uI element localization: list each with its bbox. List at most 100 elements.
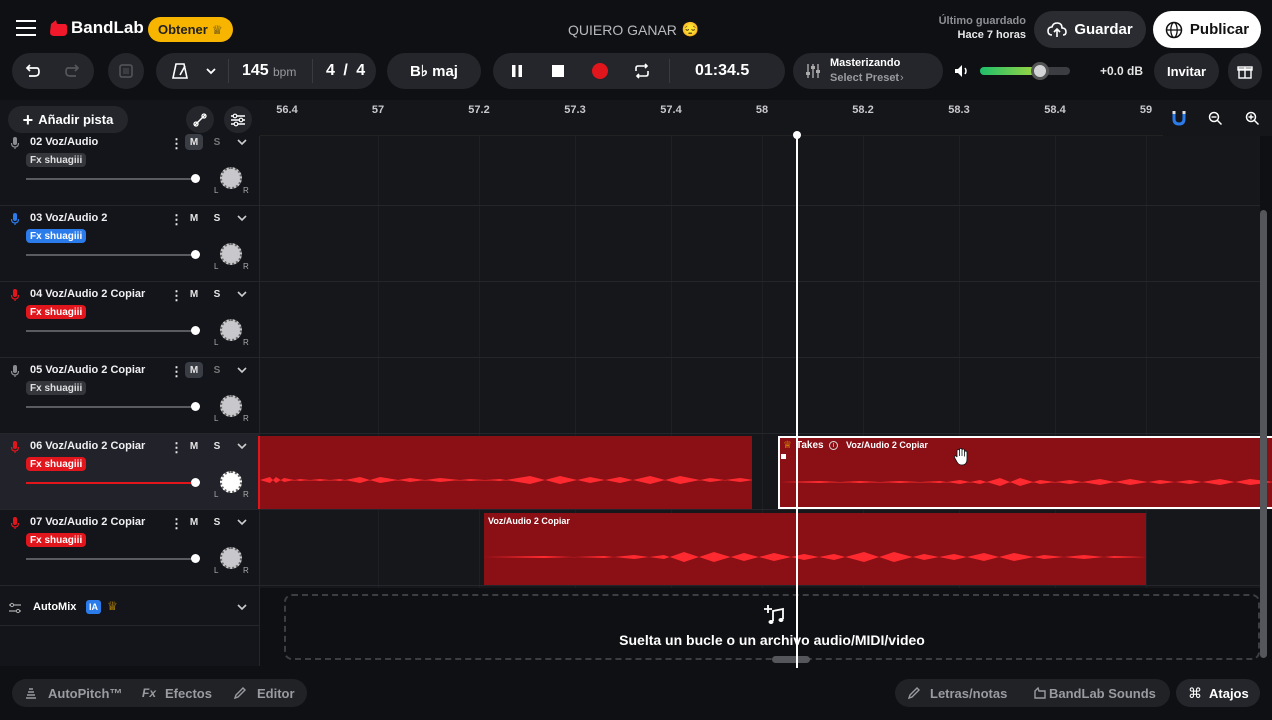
magnet-icon[interactable] <box>1172 110 1186 131</box>
volume-slider-handle[interactable] <box>191 326 200 335</box>
kebab-icon[interactable]: ⋮ <box>170 516 183 532</box>
bandlab-sounds-button[interactable]: BandLab Sounds <box>1049 686 1156 701</box>
volume-slider[interactable] <box>26 558 196 560</box>
solo-button[interactable]: S <box>208 134 226 150</box>
horizontal-scrollbar-thumb[interactable] <box>772 656 810 663</box>
undo-icon[interactable] <box>23 62 41 85</box>
pan-knob[interactable] <box>220 471 242 493</box>
chevron-down-icon[interactable] <box>204 64 218 83</box>
mute-button[interactable]: M <box>185 514 203 530</box>
solo-button[interactable]: S <box>208 210 226 226</box>
gift-button[interactable] <box>1228 53 1262 89</box>
automation-button[interactable] <box>186 106 214 133</box>
pan-knob[interactable] <box>220 547 242 569</box>
volume-slider[interactable] <box>26 330 196 332</box>
mute-button[interactable]: M <box>185 134 203 150</box>
fx-badge[interactable]: Fx shuagiii <box>26 153 87 167</box>
chevron-down-icon[interactable] <box>236 287 248 305</box>
chevron-down-icon[interactable] <box>236 211 248 229</box>
mute-button[interactable]: M <box>185 210 203 226</box>
track-name[interactable]: 04 Voz/Audio 2 Copiar <box>30 288 145 300</box>
fx-badge[interactable]: Fx shuagiii <box>26 457 87 471</box>
volume-slider[interactable] <box>26 406 196 408</box>
automix-row[interactable]: AutoMix IA ♕ <box>0 588 260 626</box>
fx-badge[interactable]: Fx shuagiii <box>26 381 87 395</box>
mute-button[interactable]: M <box>185 438 203 454</box>
key-selector[interactable]: B♭ maj <box>387 53 481 89</box>
track-settings-button[interactable] <box>224 106 252 133</box>
pan-knob[interactable] <box>220 167 242 189</box>
track-lane[interactable] <box>260 282 1260 358</box>
bpm-value[interactable]: 145 <box>242 62 269 80</box>
effects-button[interactable]: Efectos <box>165 686 212 701</box>
menu-icon[interactable] <box>16 20 36 36</box>
zoom-out-icon[interactable] <box>1208 111 1223 131</box>
solo-button[interactable]: S <box>208 438 226 454</box>
track-header[interactable]: 04 Voz/Audio 2 Copiar Fx shuagiii ⋮ M S … <box>0 282 260 358</box>
time-signature[interactable]: 4 / 4 <box>326 62 365 80</box>
save-button[interactable]: Guardar <box>1034 11 1146 48</box>
chevron-down-icon[interactable] <box>236 600 248 618</box>
solo-button[interactable]: S <box>208 286 226 302</box>
chevron-down-icon[interactable] <box>236 515 248 533</box>
lyrics-button[interactable]: Letras/notas <box>930 686 1007 701</box>
track-name[interactable]: 06 Voz/Audio 2 Copiar <box>30 440 145 452</box>
chevron-down-icon[interactable] <box>236 135 248 153</box>
fx-badge[interactable]: Fx shuagiii <box>26 229 87 243</box>
volume-slider-handle[interactable] <box>191 250 200 259</box>
metronome-icon[interactable] <box>170 61 190 86</box>
mute-button[interactable]: M <box>185 286 203 302</box>
audio-clip[interactable] <box>258 436 752 509</box>
volume-slider[interactable] <box>26 178 196 180</box>
playhead-handle[interactable] <box>793 131 801 139</box>
volume-slider-handle[interactable] <box>191 478 200 487</box>
get-button[interactable]: Obtener ♕ <box>148 17 233 42</box>
add-track-button[interactable]: + Añadir pista <box>8 106 128 133</box>
chevron-down-icon[interactable] <box>236 439 248 457</box>
volume-slider-handle[interactable] <box>1031 62 1049 80</box>
volume-slider[interactable] <box>26 254 196 256</box>
loop-icon[interactable] <box>633 62 651 85</box>
kebab-icon[interactable]: ⋮ <box>170 212 183 228</box>
mastering-button[interactable]: Masterizando Select Preset › <box>793 53 943 89</box>
bandlab-logo[interactable]: BandLab <box>48 18 144 38</box>
audio-clip[interactable]: Voz/Audio 2 Copiar <box>484 513 1146 585</box>
track-header[interactable]: 07 Voz/Audio 2 Copiar Fx shuagiii ⋮ M S … <box>0 510 260 586</box>
fx-badge[interactable]: Fx shuagiii <box>26 533 87 547</box>
drop-zone[interactable]: Suelta un bucle o un archivo audio/MIDI/… <box>284 594 1260 660</box>
pause-icon[interactable] <box>510 64 524 83</box>
track-name[interactable]: 07 Voz/Audio 2 Copiar <box>30 516 145 528</box>
track-header-selected[interactable]: 06 Voz/Audio 2 Copiar Fx shuagiii ⋮ M S … <box>0 434 260 510</box>
track-name[interactable]: 03 Voz/Audio 2 <box>30 212 107 224</box>
kebab-icon[interactable]: ⋮ <box>170 288 183 304</box>
pan-knob[interactable] <box>220 395 242 417</box>
zoom-in-icon[interactable] <box>1245 111 1260 131</box>
editor-button[interactable]: Editor <box>257 686 295 701</box>
track-header[interactable]: 02 Voz/Audio Fx shuagiii ⋮ M S L R <box>0 130 260 206</box>
kebab-icon[interactable]: ⋮ <box>170 136 183 152</box>
volume-slider-handle[interactable] <box>191 554 200 563</box>
mute-button[interactable]: M <box>185 362 203 378</box>
volume-slider-handle[interactable] <box>191 402 200 411</box>
takes-clip[interactable]: ♕ Takes i Voz/Audio 2 Copiar <box>778 436 1272 509</box>
solo-button[interactable]: S <box>208 514 226 530</box>
solo-button[interactable]: S <box>208 362 226 378</box>
kebab-icon[interactable]: ⋮ <box>170 364 183 380</box>
track-name[interactable]: 02 Voz/Audio <box>30 136 98 148</box>
project-title[interactable]: QUIERO GANAR 😔 <box>568 21 699 38</box>
volume-slider[interactable] <box>26 482 196 484</box>
track-lane[interactable] <box>260 130 1260 206</box>
pan-knob[interactable] <box>220 319 242 341</box>
track-lane[interactable] <box>260 206 1260 282</box>
volume-slider[interactable] <box>980 67 1070 75</box>
volume-slider-handle[interactable] <box>191 174 200 183</box>
vertical-scrollbar-thumb[interactable] <box>1260 210 1267 658</box>
track-header[interactable]: 05 Voz/Audio 2 Copiar Fx shuagiii ⋮ M S … <box>0 358 260 434</box>
takes-label[interactable]: Takes <box>796 440 824 451</box>
redo-icon[interactable] <box>64 62 82 85</box>
stop-icon[interactable] <box>551 64 565 83</box>
track-name[interactable]: 05 Voz/Audio 2 Copiar <box>30 364 145 376</box>
panel-toggle-button[interactable] <box>108 53 144 89</box>
invite-button[interactable]: Invitar <box>1154 53 1219 89</box>
playhead[interactable] <box>796 136 798 668</box>
